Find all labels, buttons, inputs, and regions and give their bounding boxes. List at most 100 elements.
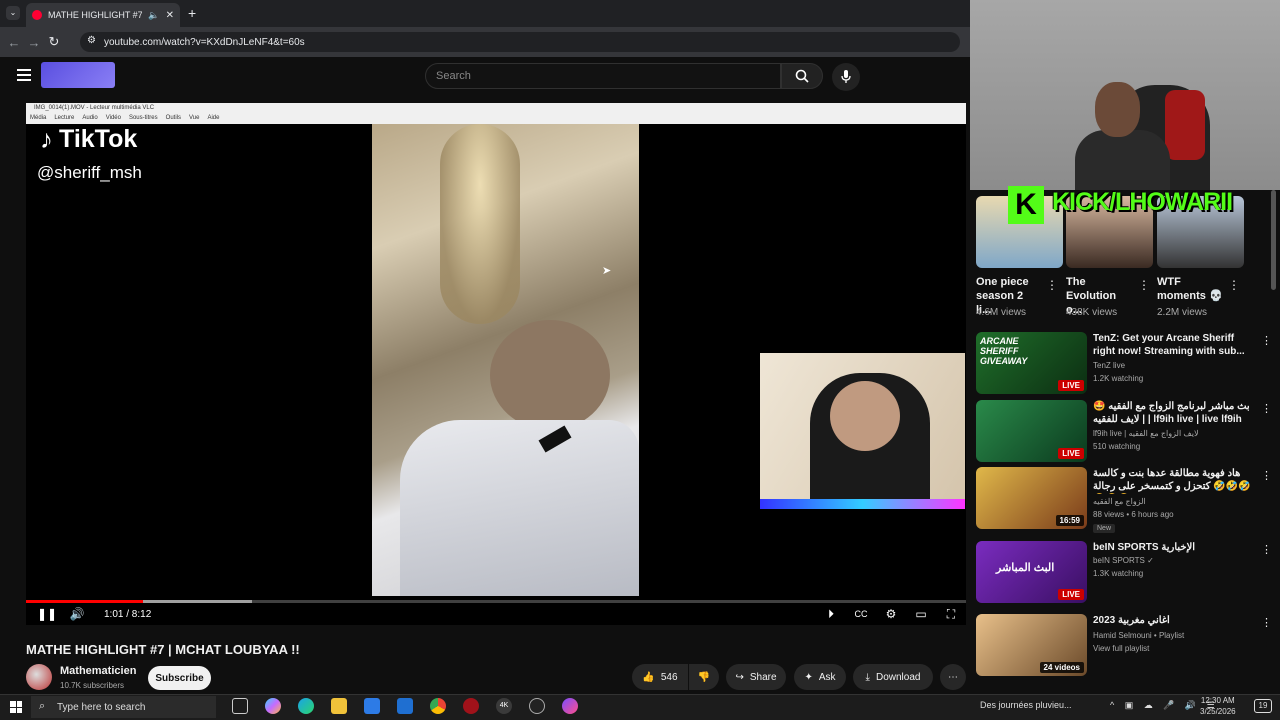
browser-tab[interactable]: MATHE HIGHLIGHT #7 | MC 🔈 ✕ (26, 3, 180, 27)
share-icon: ↪ (735, 671, 744, 683)
tiktok-username: @sheriff_msh (37, 163, 142, 182)
more-options-icon[interactable]: ⋮ (1261, 402, 1272, 415)
live-badge: LIVE (1058, 380, 1084, 391)
hamburger-menu-icon[interactable] (17, 69, 31, 81)
like-button[interactable]: 👍 546 (632, 664, 688, 690)
channel-logo[interactable] (41, 62, 115, 88)
recommended-video[interactable]: LIVE 🤩 بث مباشر لبرنامج الزواج مع الفقيه… (976, 400, 1276, 466)
speaker-icon[interactable]: 🔈 (148, 10, 159, 21)
weather-widget[interactable]: Des journées pluvieu... (980, 700, 1072, 710)
file-explorer-icon[interactable] (331, 698, 347, 714)
search-input[interactable]: Search (425, 63, 781, 89)
app-icon-messenger[interactable] (562, 698, 578, 714)
fullscreen-button[interactable]: ⛶ (936, 607, 966, 622)
chrome-icon[interactable] (430, 698, 446, 714)
search-placeholder: Search (436, 70, 471, 82)
time-display: 1:01 / 8:12 (96, 606, 160, 622)
taskbar-clock[interactable]: 12:30 AM 3/25/2026 (1200, 695, 1236, 717)
short-views: 2.2M views (1157, 307, 1208, 318)
app-icon-red[interactable] (463, 698, 479, 714)
playlist-thumbnail: 24 videos (976, 614, 1087, 676)
recommended-meta: 510 watching (1093, 442, 1141, 451)
mouse-cursor-icon: ➤ (602, 265, 612, 277)
short-more-icon[interactable]: ⋮ (1138, 278, 1150, 292)
more-options-icon[interactable]: ⋮ (1261, 616, 1272, 629)
recommended-meta: 88 views • 6 hours ago (1093, 510, 1174, 519)
reload-icon[interactable]: ↻ (44, 34, 64, 50)
video-thumbnail: 16:59 (976, 467, 1087, 529)
recommended-channel: Hamid Selmouni • Playlist (1093, 631, 1185, 640)
player-controls: ❚❚ 🔊 1:01 / 8:12 ⏵ CC ⚙ ▭ ⛶ (26, 603, 966, 625)
clock-date: 3/25/2026 (1200, 707, 1236, 716)
taskbar-search-input[interactable]: ⌕ Type here to search (31, 696, 216, 718)
edge-icon[interactable] (298, 698, 314, 714)
live-badge: LIVE (1058, 448, 1084, 459)
live-badge: LIVE (1058, 589, 1084, 600)
more-actions-button[interactable]: ⋯ (940, 664, 966, 690)
tiktok-watermark: ♪ TikTok (40, 124, 137, 155)
new-tab-button[interactable]: + (188, 5, 196, 21)
download-button[interactable]: ⤓ Download (853, 664, 933, 690)
share-button[interactable]: ↪ Share (726, 664, 786, 690)
more-options-icon[interactable]: ⋮ (1261, 469, 1272, 482)
streamer-facecam-overlay (760, 353, 965, 509)
more-options-icon[interactable]: ⋮ (1261, 543, 1272, 556)
site-info-icon[interactable]: ⚙ (87, 35, 96, 46)
more-options-icon[interactable]: ⋮ (1261, 334, 1272, 347)
notification-badge[interactable]: 19 (1254, 699, 1272, 713)
url-bar[interactable]: ⚙ youtube.com/watch?v=KXdDnJLeNF4&t=60s (80, 32, 960, 52)
recommended-meta: 1.3K watching (1093, 569, 1144, 578)
short-more-icon[interactable]: ⋮ (1046, 278, 1058, 292)
task-view-icon[interactable] (232, 698, 248, 714)
recommended-playlist[interactable]: 24 videos اغاني مغربية 2023 Hamid Selmou… (976, 614, 1276, 680)
view-playlist-link[interactable]: View full playlist (1093, 644, 1149, 653)
search-button[interactable] (781, 63, 823, 89)
video-thumbnail: LIVE (976, 400, 1087, 462)
streamer-webcam (970, 0, 1280, 190)
recommended-video[interactable]: ARCANE SHERIFF GIVEAWAY LIVE TenZ: Get y… (976, 332, 1276, 398)
volume-button[interactable]: 🔊 (62, 607, 92, 621)
subtitles-button[interactable]: CC (846, 609, 876, 619)
forward-icon[interactable]: → (24, 35, 44, 50)
download-label: Download (875, 671, 921, 683)
tab-close-icon[interactable]: ✕ (166, 10, 174, 21)
video-thumbnail: ARCANE SHERIFF GIVEAWAY LIVE (976, 332, 1087, 394)
short-more-icon[interactable]: ⋮ (1228, 278, 1240, 292)
app-icon-4k[interactable]: 4K (496, 698, 512, 714)
short-title[interactable]: WTF moments 💀 (1157, 275, 1223, 303)
subscribe-button[interactable]: Subscribe (148, 666, 211, 690)
autoplay-toggle[interactable]: ⏵ (816, 607, 846, 622)
outlook-icon[interactable] (397, 698, 413, 714)
dislike-button[interactable]: 👎 (689, 664, 719, 690)
voice-search-button[interactable] (832, 63, 860, 91)
vlc-menu-item: Média (30, 115, 47, 121)
like-count: 546 (660, 671, 678, 683)
tab-search-button[interactable]: ⌄ (6, 6, 20, 20)
recommended-video[interactable]: البث المباشر LIVE beIN SPORTS الإخبارية … (976, 541, 1276, 607)
recommended-video[interactable]: 16:59 هاد فهوية مطالقة عدها بنت و كالسة … (976, 467, 1276, 533)
channel-avatar[interactable] (26, 664, 52, 690)
recommended-channel: lf9ih live | لايف الزواج مع الفقيه (1093, 429, 1199, 438)
windows-start-icon[interactable] (10, 701, 22, 713)
app-icon-obs[interactable] (529, 698, 545, 714)
sidebar-scrollbar[interactable] (1271, 190, 1276, 290)
thumbs-down-icon: 👎 (697, 671, 711, 683)
store-icon[interactable] (364, 698, 380, 714)
recommended-channel: الزواج مع الفقيه (1093, 497, 1146, 506)
theater-mode-button[interactable]: ▭ (906, 607, 936, 621)
tiktok-icon: ♪ (40, 124, 53, 154)
copilot-icon[interactable] (265, 698, 281, 714)
rgb-keyboard-light (760, 499, 965, 509)
microphone-icon (841, 70, 851, 83)
subscriber-count: 10.7K subscribers (60, 681, 125, 690)
back-icon[interactable]: ← (4, 35, 24, 50)
settings-gear-icon[interactable]: ⚙ (876, 607, 906, 621)
pause-button[interactable]: ❚❚ (32, 607, 62, 621)
facecam-face (830, 381, 900, 451)
ask-button[interactable]: ✦ Ask (794, 664, 846, 690)
recommended-title: 🤩 بث مباشر لبرنامج الزواج مع الفقيه | لا… (1093, 401, 1250, 425)
vlc-menu-item: Lecture (54, 115, 75, 121)
channel-name[interactable]: Mathematicien (60, 665, 136, 677)
recommended-channel: TenZ live (1093, 361, 1126, 370)
recommended-title: هاد فهوية مطالقة عدها بنت و كالسة كتحزل … (1093, 468, 1251, 492)
